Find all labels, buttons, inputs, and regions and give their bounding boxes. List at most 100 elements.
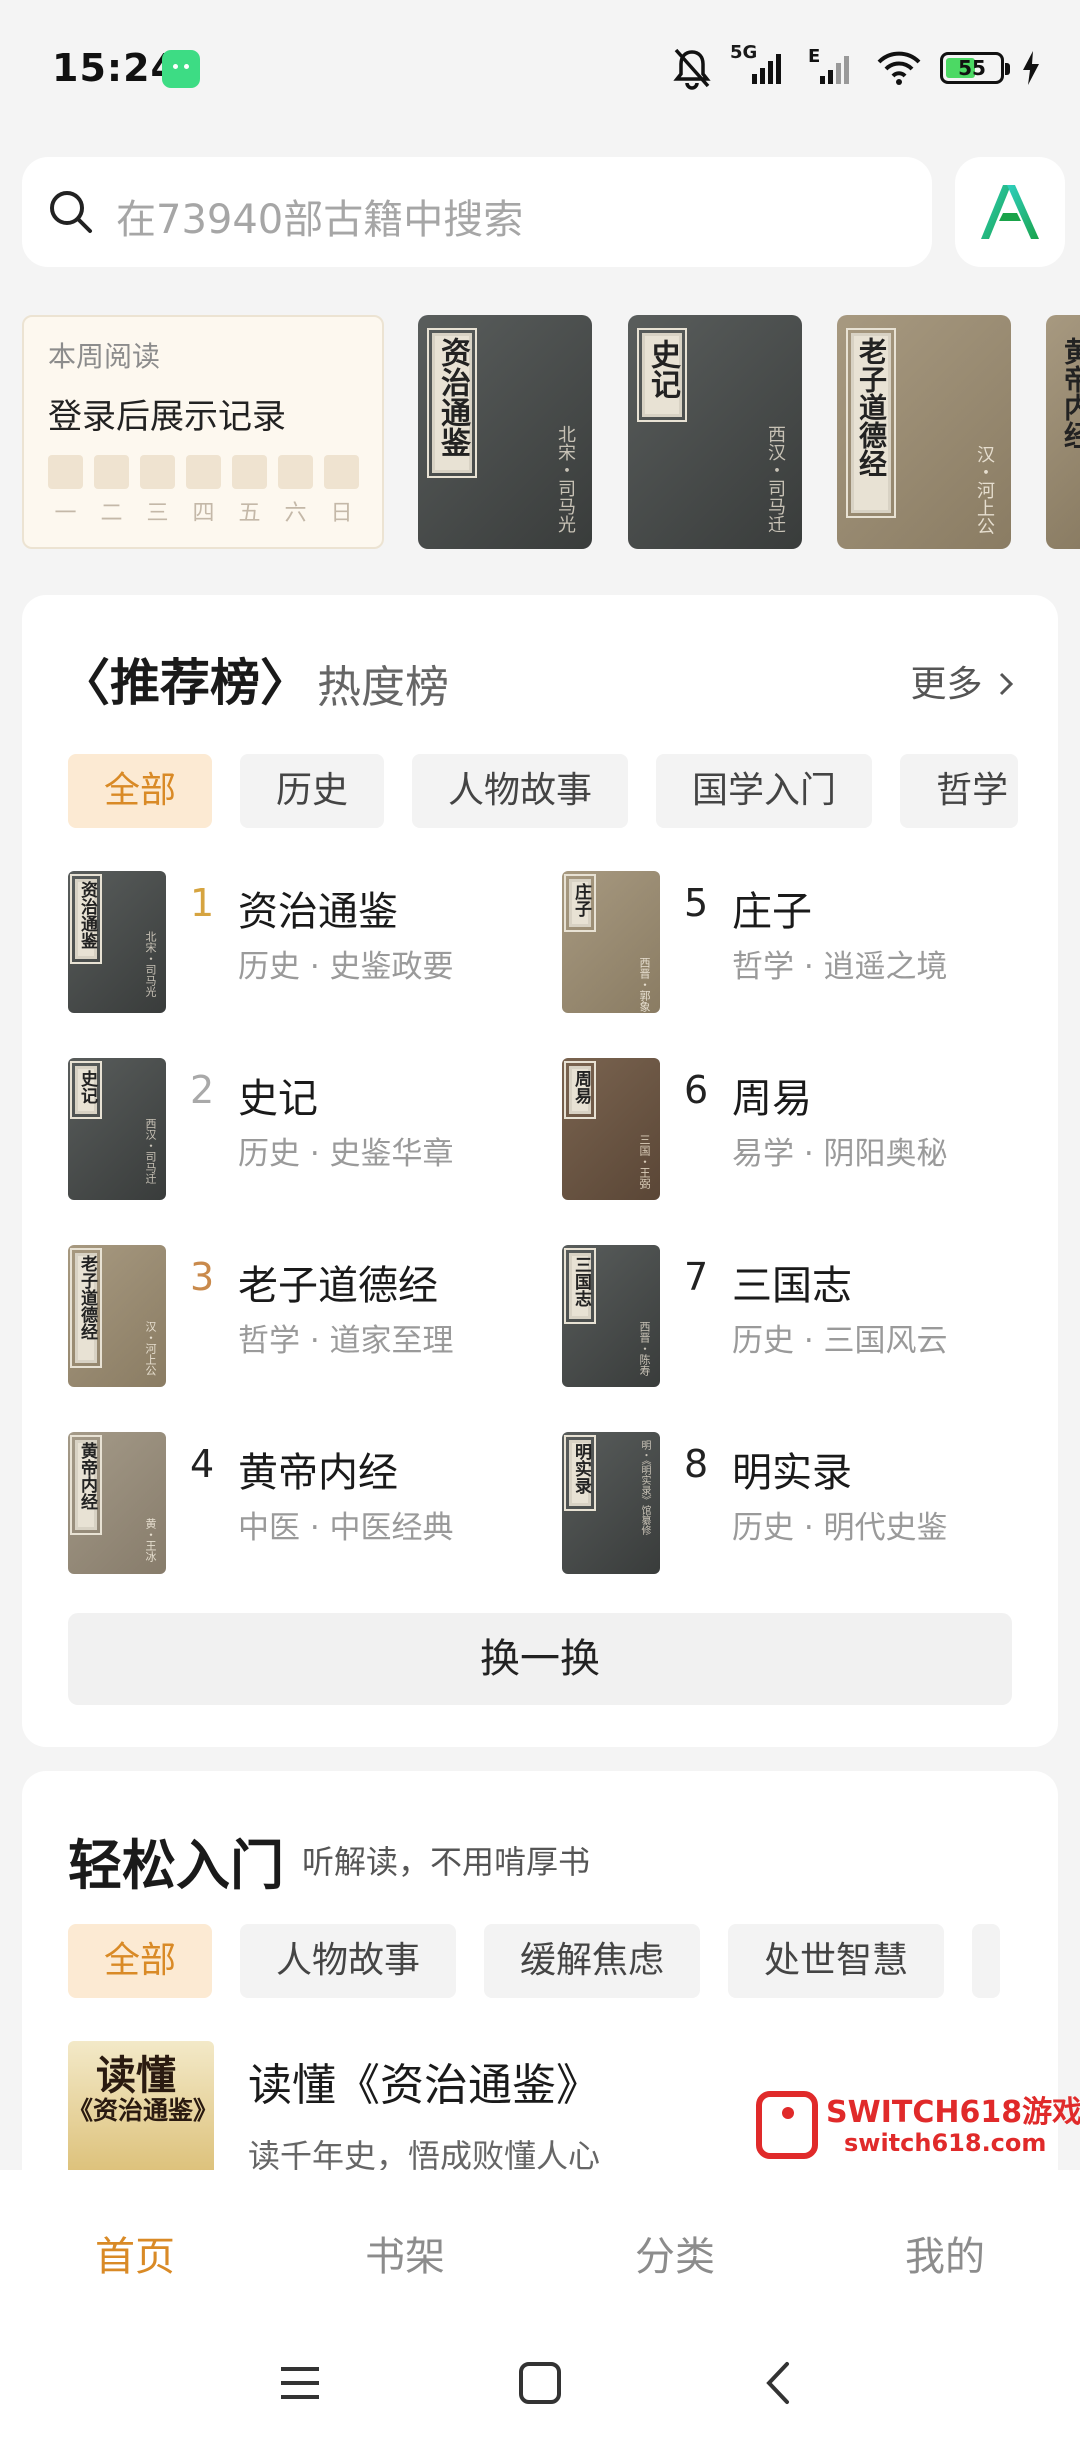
rank-item[interactable]: 史记 西汉・司马迁 2 史记 历史 · 史鉴华章 bbox=[68, 1058, 528, 1200]
cover-title: 黄帝内经 bbox=[77, 1442, 97, 1510]
day-label: 四 bbox=[192, 501, 215, 526]
rank-title: 史记 bbox=[238, 1076, 318, 1122]
ranking-card: 〈推荐榜〉 热度榜 更多 全部 历史 人物故事 国学入门 哲学 资治通鉴 北宋・… bbox=[22, 595, 1058, 1747]
tab-recommend[interactable]: 〈推荐榜〉 bbox=[60, 643, 310, 715]
chip-anxiety[interactable]: 缓解焦虑 bbox=[484, 1924, 701, 1998]
rank-item[interactable]: 老子道德经 汉・河上公 3 老子道德经 哲学 · 道家至理 bbox=[68, 1245, 528, 1387]
more-link[interactable]: 更多 bbox=[911, 655, 1016, 707]
rank-number: 1 bbox=[190, 881, 215, 925]
recent-book-cover[interactable]: 黄帝内经 bbox=[1046, 315, 1080, 549]
cover-title: 明实录 bbox=[571, 1443, 591, 1494]
chip-philosophy[interactable]: 哲学 bbox=[900, 754, 1019, 828]
cover-line-2: 《资治通鉴》 bbox=[68, 2096, 219, 2125]
watermark-line-1: SWITCH618游戏 bbox=[826, 2095, 1080, 2130]
day-label: 日 bbox=[330, 501, 353, 526]
cover-title: 资治通鉴 bbox=[77, 881, 97, 949]
rank-number: 8 bbox=[684, 1442, 709, 1486]
rank-item[interactable]: 黄帝内经 黄・王冰 4 黄帝内经 中医 · 中医经典 bbox=[68, 1432, 528, 1574]
chip-wisdom[interactable]: 处世智慧 bbox=[728, 1924, 945, 1998]
cover-title: 黄帝内经 bbox=[1060, 337, 1080, 449]
day-mon: 一 bbox=[48, 455, 83, 527]
signal-5g-icon: 5G bbox=[730, 42, 790, 88]
recent-book-cover[interactable]: 史记 西汉・司马迁 bbox=[628, 315, 802, 549]
nav-mine[interactable]: 我的 bbox=[845, 2224, 1045, 2282]
day-fri: 五 bbox=[232, 455, 267, 527]
cover-author: 黄・王冰 bbox=[144, 1518, 157, 1562]
chip-history[interactable]: 历史 bbox=[240, 754, 385, 828]
bottom-nav: 首页 书架 分类 我的 bbox=[0, 2170, 1080, 2320]
rank-item[interactable]: 三国志 西晋・陈寿 7 三国志 历史 · 三国风云 bbox=[562, 1245, 1022, 1387]
chip-stories[interactable]: 人物故事 bbox=[240, 1924, 457, 1998]
home-icon[interactable] bbox=[517, 2360, 563, 2406]
bell-muted-icon bbox=[673, 48, 711, 90]
signal-e-icon: E bbox=[808, 48, 849, 84]
rank-subtitle: 历史 · 明代史鉴 bbox=[732, 1510, 948, 1546]
chip-all[interactable]: 全部 bbox=[68, 754, 213, 828]
battery-cap bbox=[1005, 63, 1010, 75]
battery-text: 55 bbox=[958, 56, 986, 80]
back-icon[interactable] bbox=[757, 2360, 803, 2406]
rank-item[interactable]: 明实录 明・《明实录》馆纂修 8 明实录 历史 · 明代史鉴 bbox=[562, 1432, 1022, 1574]
cover-title: 周易 bbox=[571, 1070, 591, 1104]
cover-author: 三国・王弼 bbox=[638, 1134, 651, 1189]
recent-book-cover[interactable]: 资治通鉴 北宋・司马光 bbox=[418, 315, 592, 549]
rank-subtitle: 历史 · 三国风云 bbox=[732, 1323, 948, 1359]
app-logo-button[interactable] bbox=[955, 157, 1065, 267]
day-label: 六 bbox=[284, 501, 307, 526]
search-placeholder: 在73940部古籍中搜索 bbox=[116, 197, 524, 243]
cover-title: 资治通鉴 bbox=[435, 337, 470, 457]
rank-item[interactable]: 庄子 西晋・郭象 5 庄子 哲学 · 逍遥之境 bbox=[562, 871, 1022, 1013]
day-label: 二 bbox=[100, 501, 123, 526]
cover-author: 西汉・司马迁 bbox=[144, 1118, 157, 1184]
rank-item[interactable]: 周易 三国・王弼 6 周易 易学 · 阴阳奥秘 bbox=[562, 1058, 1022, 1200]
cover-author: 西晋・郭象 bbox=[638, 957, 651, 1012]
cover-author: 汉・河上公 bbox=[974, 445, 995, 535]
nav-category[interactable]: 分类 bbox=[575, 2224, 775, 2282]
day-thu: 四 bbox=[186, 455, 221, 527]
rank-subtitle: 易学 · 阴阳奥秘 bbox=[732, 1136, 948, 1172]
watermark-line-2: switch618.com bbox=[844, 2129, 1047, 2157]
search-input[interactable]: 在73940部古籍中搜索 bbox=[22, 157, 932, 267]
week-days: 一 二 三 四 五 六 日 bbox=[48, 455, 359, 527]
menu-icon[interactable] bbox=[277, 2360, 323, 2406]
day-sun: 日 bbox=[324, 455, 359, 527]
intro-title: 轻松入门 bbox=[68, 1833, 284, 1897]
chip-all[interactable]: 全部 bbox=[68, 1924, 213, 1998]
rank-item[interactable]: 资治通鉴 北宋・司马光 1 资治通鉴 历史 · 史鉴政要 bbox=[68, 871, 528, 1013]
rank-cover: 资治通鉴 北宋・司马光 bbox=[68, 871, 166, 1013]
login-prompt: 登录后展示记录 bbox=[48, 397, 286, 437]
cover-author: 汉・河上公 bbox=[144, 1321, 157, 1376]
rank-cover: 周易 三国・王弼 bbox=[562, 1058, 660, 1200]
chip-guoxue[interactable]: 国学入门 bbox=[656, 754, 873, 828]
nav-home[interactable]: 首页 bbox=[35, 2224, 235, 2282]
intro-book-title[interactable]: 读懂《资治通鉴》 bbox=[248, 2049, 600, 2113]
cover-title: 庄子 bbox=[571, 883, 591, 917]
intro-book-cover[interactable]: 读懂 《资治通鉴》 bbox=[68, 2041, 219, 2171]
rank-cover: 史记 西汉・司马迁 bbox=[68, 1058, 166, 1200]
rank-subtitle: 历史 · 史鉴华章 bbox=[238, 1136, 454, 1172]
tab-hot[interactable]: 热度榜 bbox=[317, 651, 449, 715]
recent-book-cover[interactable]: 老子道德经 汉・河上公 bbox=[837, 315, 1011, 549]
chip-more[interactable] bbox=[972, 1924, 1001, 1998]
rank-subtitle: 哲学 · 逍遥之境 bbox=[732, 949, 948, 985]
cover-title: 老子道德经 bbox=[855, 337, 888, 477]
rank-cover: 老子道德经 汉・河上公 bbox=[68, 1245, 166, 1387]
status-bar: 15:24 5G E 55 bbox=[0, 0, 1080, 140]
cover-author: 西晋・陈寿 bbox=[638, 1321, 651, 1376]
system-nav-bar bbox=[0, 2320, 1080, 2460]
charging-bolt-icon bbox=[1023, 51, 1039, 85]
rank-cover: 明实录 明・《明实录》馆纂修 bbox=[562, 1432, 660, 1574]
battery-icon: 55 bbox=[940, 52, 1010, 84]
cover-title: 三国志 bbox=[571, 1256, 591, 1307]
cover-title: 老子道德经 bbox=[77, 1255, 97, 1340]
weekly-reading-card[interactable]: 本周阅读 登录后展示记录 一 二 三 四 五 六 日 bbox=[22, 315, 384, 549]
rank-number: 5 bbox=[684, 881, 709, 925]
app-logo-icon bbox=[981, 185, 1039, 239]
swap-button[interactable]: 换一换 bbox=[68, 1613, 1012, 1705]
cover-author: 北宋・司马光 bbox=[555, 425, 576, 533]
rank-title: 三国志 bbox=[732, 1263, 852, 1309]
chip-stories[interactable]: 人物故事 bbox=[412, 754, 629, 828]
rank-number: 7 bbox=[684, 1255, 709, 1299]
cover-author: 西汉・司马迁 bbox=[765, 425, 786, 533]
nav-shelf[interactable]: 书架 bbox=[305, 2224, 505, 2282]
